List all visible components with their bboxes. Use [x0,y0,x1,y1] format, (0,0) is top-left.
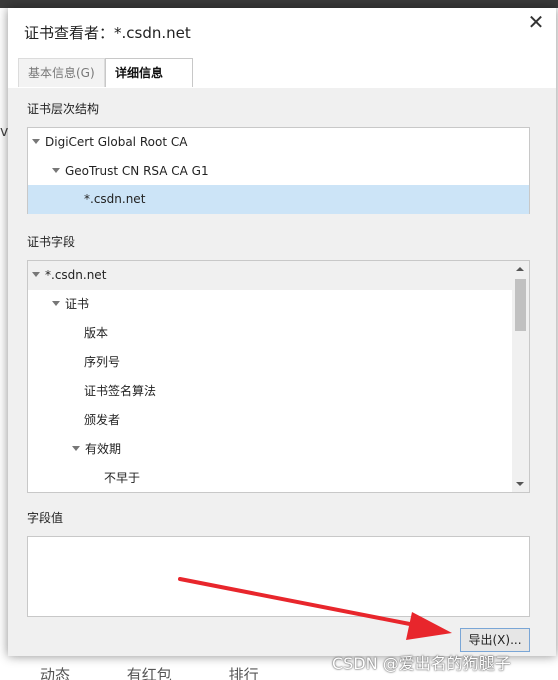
certificate-viewer-dialog: 证书查看者：*.csdn.net ✕ 基本信息(G) 详细信息(D) 证书层次结… [8,8,556,656]
hierarchy-item-label: DigiCert Global Root CA [45,135,188,149]
field-item[interactable]: *.csdn.net [28,261,512,290]
field-value-label: 字段值 [27,511,64,525]
certificate-hierarchy-tree[interactable]: DigiCert Global Root CA GeoTrust CN RSA … [27,127,530,214]
certificate-fields-tree[interactable]: *.csdn.net 证书 版本 序列号 证书签名算法 颁发者 有效期 不早于 [27,260,530,493]
expand-triangle-icon[interactable] [52,168,60,173]
watermark: CSDN @爱出名的狗腿子 [332,654,511,673]
tab-general[interactable]: 基本信息(G) [18,58,105,87]
field-item-label: 证书签名算法 [84,384,157,398]
field-item[interactable]: 序列号 [28,348,512,377]
field-item-label: *.csdn.net [45,268,107,282]
hierarchy-item-root[interactable]: DigiCert Global Root CA [28,128,533,157]
field-item[interactable]: 证书签名算法 [28,377,512,406]
field-item-label: 颁发者 [84,413,121,427]
hierarchy-label: 证书层次结构 [27,102,100,116]
expand-triangle-icon[interactable] [72,446,80,451]
expand-triangle-icon[interactable] [52,301,60,306]
field-item-label: 证书 [65,297,90,311]
tab-bar: 基本信息(G) 详细信息(D) [8,58,556,138]
details-panel: 证书层次结构 DigiCert Global Root CA GeoTrust … [8,88,556,656]
background-side-text: v [0,124,8,140]
hierarchy-item-label: GeoTrust CN RSA CA G1 [65,164,209,178]
fields-label: 证书字段 [27,235,76,249]
field-item-label: 版本 [84,326,109,340]
scroll-up-arrow-icon[interactable] [516,267,524,271]
field-item-label: 有效期 [85,442,122,456]
close-button[interactable]: ✕ [524,10,548,34]
background-nav-item: 排行 [228,666,259,680]
hierarchy-item-leaf[interactable]: *.csdn.net [28,185,529,214]
background-nav-item: 有红包 [126,666,172,680]
field-item-label: 不早于 [104,471,141,485]
dialog-title: 证书查看者：*.csdn.net [24,24,191,42]
field-item-label: 序列号 [84,355,121,369]
tab-details[interactable]: 详细信息(D) [105,58,193,108]
expand-triangle-icon[interactable] [32,272,40,277]
field-value-textarea[interactable] [27,536,530,617]
close-icon: ✕ [527,10,545,34]
field-item[interactable]: 颁发者 [28,406,512,435]
field-item[interactable]: 证书 [28,290,512,319]
field-item[interactable]: 版本 [28,319,512,348]
field-item[interactable]: 不早于 [28,464,512,492]
scroll-thumb[interactable] [515,279,526,331]
hierarchy-item-label: *.csdn.net [84,192,146,206]
hierarchy-item-intermediate[interactable]: GeoTrust CN RSA CA G1 [28,157,529,186]
fields-scrollbar[interactable] [512,261,529,492]
background-topbar [0,0,558,8]
expand-triangle-icon[interactable] [32,139,40,144]
scroll-down-arrow-icon[interactable] [516,482,524,486]
field-item[interactable]: 有效期 [28,435,512,464]
background-nav-item: 动态 [40,666,71,680]
export-button[interactable]: 导出(X)... [460,628,530,652]
